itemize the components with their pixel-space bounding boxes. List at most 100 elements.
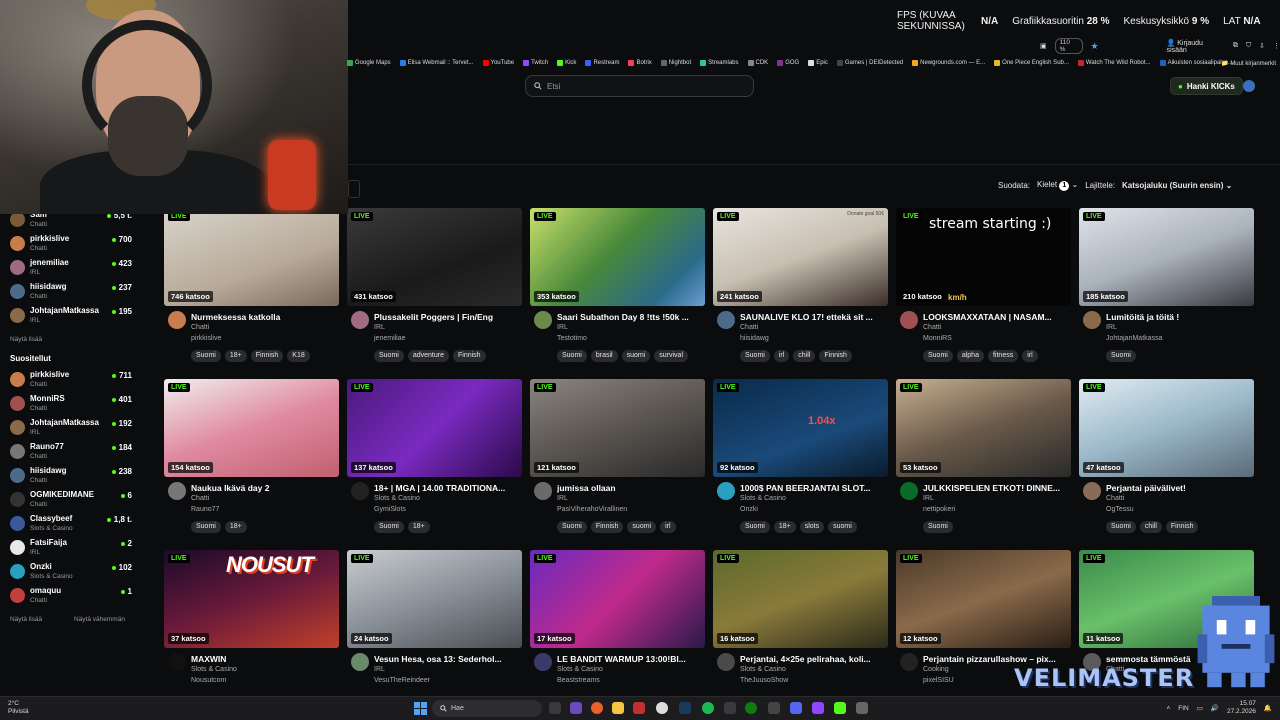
streamer-name[interactable]: Rauno77	[191, 506, 219, 513]
stream-category[interactable]: Slots & Casino	[557, 666, 603, 673]
sort-select[interactable]: Katsojaluku (Suurin ensin) ⌄	[1122, 181, 1232, 190]
stream-thumbnail[interactable]: LIVE 185 katsoo	[1079, 208, 1254, 306]
stream-thumbnail[interactable]: LIVE 746 katsoo	[164, 208, 339, 306]
bookmark-item[interactable]: Epic	[808, 60, 828, 66]
tag-chip[interactable]: Suomi	[374, 521, 404, 533]
app-icon[interactable]	[633, 702, 645, 714]
show-less-link[interactable]: Näytä vähemmän	[74, 616, 125, 623]
stream-card[interactable]: LIVE 16 katsoo Perjantai, 4×25e pelirahaa,…	[713, 550, 888, 710]
tag-chip[interactable]: irl	[660, 521, 676, 533]
stream-card[interactable]: LIVE 53 katsoo JULKKISPELIEN ETKOT! DINNE.…	[896, 379, 1071, 539]
stream-category[interactable]: Slots & Casino	[740, 495, 786, 502]
languages-filter[interactable]: Kielet 1 ⌄	[1037, 180, 1078, 191]
bookmark-item[interactable]: YouTube	[482, 60, 514, 66]
stream-title[interactable]: Vesun Hesa, osa 13: Sederhol...	[374, 654, 522, 664]
tag-chip[interactable]: Suomi	[923, 521, 953, 533]
volume-icon[interactable]: 🔊	[1211, 704, 1219, 712]
stream-category[interactable]: IRL	[923, 495, 934, 502]
stream-title[interactable]: JULKKISPELIEN ETKOT! DINNE...	[923, 483, 1071, 493]
tag-chip[interactable]: suomi	[621, 350, 651, 362]
sidebar-channel-item[interactable]: JohtajanMatkassa IRL 195	[10, 306, 132, 328]
stream-title[interactable]: LE BANDIT WARMUP 13:00!BI...	[557, 654, 705, 664]
collapse-toggle[interactable]	[348, 180, 360, 198]
tag-chip[interactable]: Finnish	[452, 350, 486, 362]
stream-card[interactable]: NOUSUT LIVE 37 katsoo MAXWIN Slots & Casino N…	[164, 550, 339, 710]
teams-icon[interactable]	[570, 702, 582, 714]
stream-thumbnail[interactable]: LIVE 353 katsoo	[530, 208, 705, 306]
bookmark-item[interactable]: Botrix	[628, 60, 652, 66]
stream-title[interactable]: Perjantain pizzarullashow – pix...	[923, 654, 1071, 664]
twitch-icon[interactable]	[812, 702, 824, 714]
login-button[interactable]: 👤 Kirjaudu sisään	[1167, 39, 1225, 54]
avatar[interactable]	[351, 482, 369, 500]
streamer-name[interactable]: hiisidawg	[740, 335, 769, 342]
avatar[interactable]	[168, 311, 186, 329]
tag-chip[interactable]: survival	[654, 350, 688, 362]
tag-chip[interactable]: Suomi	[923, 350, 953, 362]
tag-chip[interactable]: irl	[1022, 350, 1038, 362]
folder-icon[interactable]	[612, 702, 624, 714]
stream-thumbnail[interactable]: LIVE 431 katsoo	[347, 208, 522, 306]
stream-title[interactable]: Perjantai, 4×25e pelirahaa, koli...	[740, 654, 888, 664]
kick-icon[interactable]	[834, 702, 846, 714]
streamer-name[interactable]: Nousutcom	[191, 677, 226, 684]
stream-thumbnail[interactable]: LIVE 154 katsoo	[164, 379, 339, 477]
bookmark-item[interactable]: Twitch	[523, 60, 548, 66]
tag-chip[interactable]: 18+	[407, 521, 430, 533]
tag-chip[interactable]: suomi	[828, 521, 857, 533]
get-kicks-button[interactable]: ● Hanki KICKs	[1170, 77, 1243, 95]
stream-title[interactable]: SAUNALIVE KLO 17! ettekä sit ...	[740, 312, 888, 322]
stream-category[interactable]: Slots & Casino	[374, 495, 420, 502]
avatar[interactable]	[1083, 482, 1101, 500]
tag-chip[interactable]: Suomi	[191, 350, 221, 362]
chevron-up-icon[interactable]: ˄	[1166, 705, 1170, 712]
stream-card[interactable]: LIVE 121 katsoo jumissa ollaan IRL PasiViher…	[530, 379, 705, 539]
avatar[interactable]	[717, 482, 735, 500]
search-input[interactable]: Etsi	[525, 75, 754, 97]
sidebar-channel-item[interactable]: pirkkislive Chatti 700	[10, 234, 132, 256]
sidebar-channel-item[interactable]: hiisidawg Chatti 238	[10, 466, 132, 488]
stream-thumbnail[interactable]: NOUSUT LIVE 37 katsoo	[164, 550, 339, 648]
stream-thumbnail[interactable]: LIVE 24 katsoo	[347, 550, 522, 648]
spotify-icon[interactable]	[702, 702, 714, 714]
stream-card[interactable]: LIVE 47 katsoo Perjantai päivälivet! Chatti…	[1079, 379, 1254, 539]
stream-thumbnail[interactable]: LIVE 137 katsoo	[347, 379, 522, 477]
tag-chip[interactable]: Suomi	[374, 350, 404, 362]
avatar[interactable]	[717, 311, 735, 329]
avatar[interactable]	[534, 311, 552, 329]
streamer-name[interactable]: MonniRS	[923, 335, 952, 342]
stream-card[interactable]: LIVE 137 katsoo 18+ | MGA | 14.00 TRADITIO…	[347, 379, 522, 539]
app-icon-3[interactable]	[856, 702, 868, 714]
tag-chip[interactable]: Finnish	[819, 350, 852, 362]
stream-category[interactable]: IRL	[557, 495, 568, 502]
language-indicator[interactable]: FIN	[1178, 705, 1188, 712]
sidebar-channel-item[interactable]: Classybeef Slots & Casino 1,8 t.	[10, 514, 132, 536]
stream-title[interactable]: Naukua Ikävä day 2	[191, 483, 339, 493]
sidebar-channel-item[interactable]: FatsiFaija IRL 2	[10, 538, 132, 560]
bookmark-item[interactable]: Elisa Webmail :: Tervet...	[399, 60, 474, 66]
start-button[interactable]	[414, 702, 427, 715]
tag-chip[interactable]: chill	[1139, 521, 1162, 533]
show-more-link-2[interactable]: Näytä lisää	[10, 616, 42, 623]
tag-chip[interactable]: chill	[793, 350, 816, 362]
bookmark-item[interactable]: CDK	[747, 60, 768, 66]
streamer-name[interactable]: PasiViherahoVirallinen	[557, 506, 627, 513]
avatar[interactable]	[900, 653, 918, 671]
stream-category[interactable]: IRL	[557, 324, 568, 331]
streamer-name[interactable]: GymiSlots	[374, 506, 406, 513]
show-more-link[interactable]: Näytä lisää	[10, 336, 42, 343]
avatar[interactable]	[534, 653, 552, 671]
stream-category[interactable]: Chatti	[740, 324, 758, 331]
stream-thumbnail[interactable]: LIVE 16 katsoo	[713, 550, 888, 648]
stream-card[interactable]: Donate goal 50€ LIVE 241 katsoo SAUNALIVE K…	[713, 208, 888, 368]
streamer-name[interactable]: nettipokeri	[923, 506, 955, 513]
tag-chip[interactable]: Suomi	[1106, 350, 1136, 362]
tag-chip[interactable]: Finnish	[250, 350, 284, 362]
stream-category[interactable]: Chatti	[923, 324, 941, 331]
bookmark-item[interactable]: GOG	[777, 60, 799, 66]
bookmark-star-icon[interactable]: ★	[1091, 41, 1099, 52]
avatar[interactable]	[351, 311, 369, 329]
streamer-name[interactable]: Testotimo	[557, 335, 587, 342]
stream-title[interactable]: Plussakelit Poggers | Fin/Eng	[374, 312, 522, 322]
stream-title[interactable]: 1000$ PAN BEERJANTAI SLOT...	[740, 483, 888, 493]
